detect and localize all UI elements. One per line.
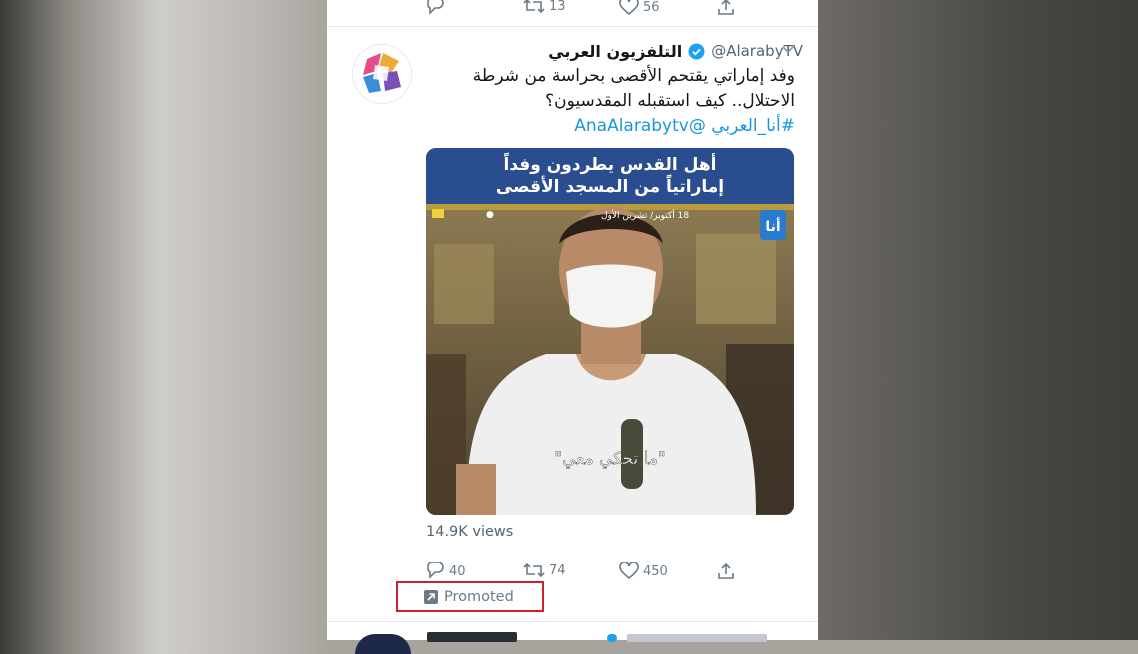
promoted-label[interactable]: Promoted [396,581,544,612]
banner-line-1: أهل القدس يطردون وفداً [503,155,717,175]
video-subtitle: "ما تحكي معي" [554,449,665,469]
tweet-header: التلفزيون العربي @AlarabyTV [423,40,803,62]
prev-like-action[interactable]: 56 [619,0,660,16]
prev-reply-action[interactable] [425,0,445,16]
share-icon [718,562,734,579]
video-player[interactable]: أهل القدس يطردون وفداً إماراتياً من المس… [426,148,794,515]
twitter-feed: 13 56 التلفزيون العربي @AlarabyTV وفد إم… [327,0,818,654]
chevron-down-icon[interactable] [781,45,795,55]
share-action[interactable] [717,562,735,580]
svg-text:●: ● [486,210,494,220]
prev-share-action[interactable] [717,0,735,16]
like-count: 450 [643,563,668,579]
next-tweet-name [427,632,517,642]
promoted-text: Promoted [444,588,514,605]
video-banner: أهل القدس يطردون وفداً إماراتياً من المس… [426,148,794,204]
next-tweet-avatar [355,634,411,654]
next-tweet-handle [627,634,767,642]
reply-icon [427,562,444,579]
retweet-action[interactable]: 74 [523,562,566,578]
tweet-text-line-1: وفد إماراتي يقتحم الأقصى بحراسة من شرطة [472,66,795,86]
prev-retweet-count: 13 [549,0,566,14]
reply-count: 40 [449,563,466,579]
reply-action[interactable]: 40 [425,562,466,580]
video-date-overlay: 18 أكتوبر/ تشرين الأول [601,209,689,221]
mention-link[interactable]: @AnaAlarabytv [574,116,706,136]
retweet-icon [523,562,545,578]
verified-badge-icon [607,634,617,642]
prev-retweet-action[interactable]: 13 [523,0,566,14]
tweet-text-line-2: الاحتلال.. كيف استقبله المقدسيون؟ [545,91,795,111]
channel-logo: أنا [765,217,780,235]
like-icon [619,0,639,16]
view-count: 14.9K views [426,524,514,540]
prev-like-count: 56 [643,0,660,15]
like-icon [619,562,639,580]
like-action[interactable]: 450 [619,562,668,580]
banner-line-2: إماراتياً من المسجد الأقصى [495,177,725,197]
tweet-text: وفد إماراتي يقتحم الأقصى بحراسة من شرطة … [427,64,795,114]
tweet-hashtags: #أنا_العربي @AnaAlarabytv [427,116,795,136]
reply-icon [427,0,444,15]
avatar[interactable] [352,44,412,104]
background-right [818,0,1138,640]
display-name[interactable]: التلفزيون العربي [548,42,682,61]
alaraby-logo-icon [363,53,401,93]
verified-badge-icon [688,43,705,59]
retweet-icon [523,0,545,14]
next-tweet-preview[interactable] [327,622,818,654]
video-frame: ● 18 أكتوبر/ تشرين الأول أنا "ما تحكي مع… [426,204,794,515]
hashtag-link[interactable]: #أنا_العربي [711,116,795,136]
share-icon [718,0,734,15]
retweet-count: 74 [549,562,566,578]
promoted-arrow-icon [424,589,438,604]
divider [327,26,818,27]
